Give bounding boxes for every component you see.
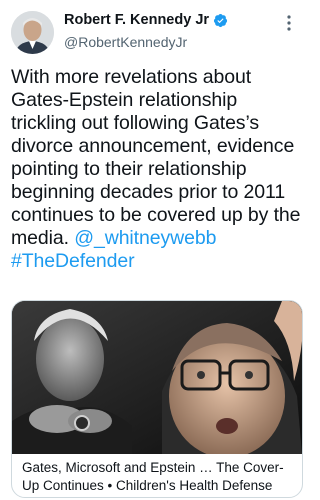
- author-display-name[interactable]: Robert F. Kennedy Jr: [64, 12, 209, 28]
- link-preview-title[interactable]: Gates, Microsoft and Epstein … The Cover…: [22, 459, 297, 495]
- more-options-icon[interactable]: [279, 12, 299, 34]
- tweet-header: Robert F. Kennedy Jr @RobertKennedyJr: [0, 0, 311, 62]
- author-name-row: Robert F. Kennedy Jr: [64, 12, 228, 28]
- mention-link[interactable]: @_whitneywebb: [74, 227, 216, 249]
- link-preview-card[interactable]: Gates, Microsoft and Epstein … The Cover…: [11, 300, 303, 498]
- author-handle[interactable]: @RobertKennedyJr: [64, 34, 187, 50]
- tweet-body: With more revelations about Gates-Epstei…: [11, 66, 307, 273]
- verified-badge-icon: [213, 13, 228, 27]
- hashtag-link[interactable]: #TheDefender: [11, 250, 135, 272]
- tweet-text: With more revelations about Gates-Epstei…: [11, 66, 301, 249]
- author-avatar[interactable]: [11, 11, 54, 54]
- link-preview-image: [12, 301, 302, 458]
